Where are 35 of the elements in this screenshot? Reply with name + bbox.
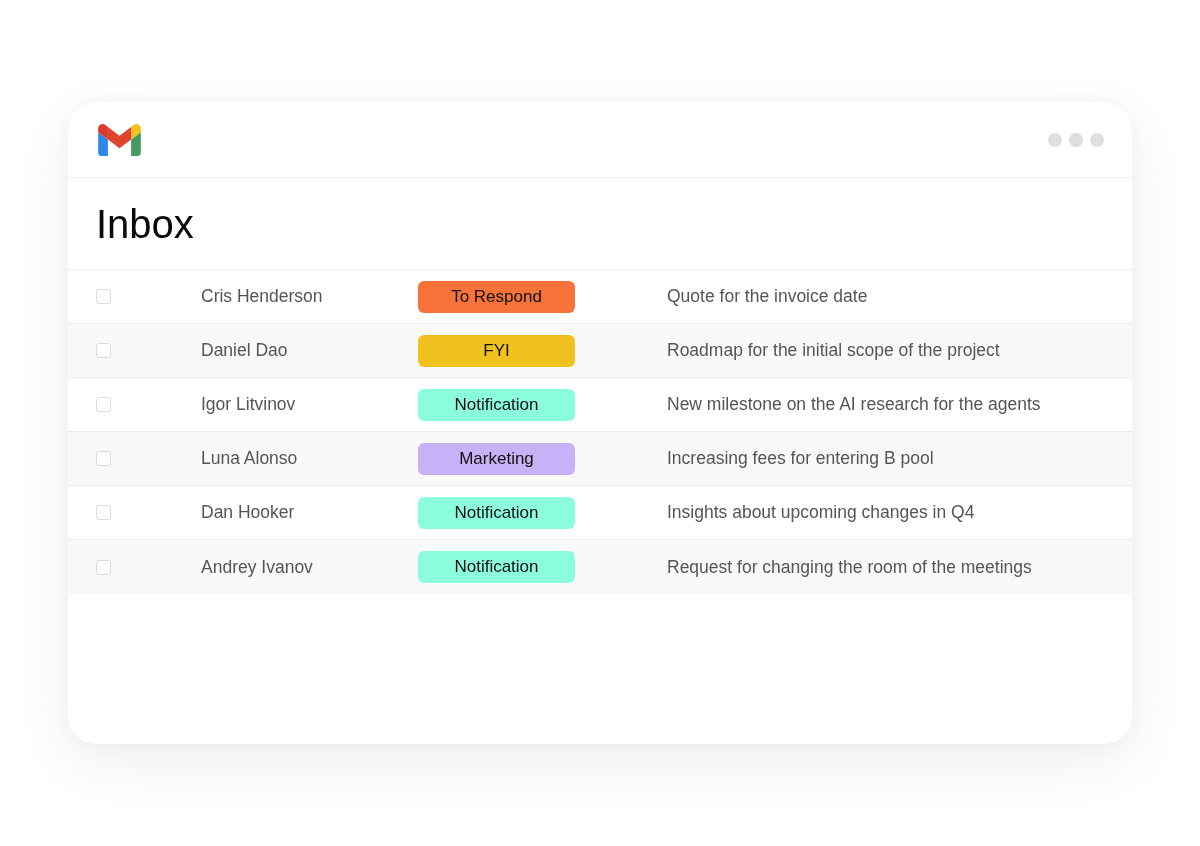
checkbox[interactable] — [96, 343, 111, 358]
email-row[interactable]: Cris Henderson To Respond Quote for the invoice date — [68, 270, 1132, 324]
sender-name: Cris Henderson — [201, 286, 323, 307]
email-subject: New milestone on the AI research for the agents — [667, 394, 1041, 415]
label-tag: Notification — [418, 388, 575, 421]
email-subject: Roadmap for the initial scope of the project — [667, 340, 1000, 361]
inbox-title: Inbox — [96, 200, 194, 248]
email-row[interactable]: Dan Hooker Notification Insights about upcoming changes in Q4 — [68, 486, 1132, 540]
email-subject: Quote for the invoice date — [667, 286, 868, 307]
label-tag: Marketing — [418, 442, 575, 475]
window-dot-icon — [1048, 132, 1062, 147]
sender-name: Dan Hooker — [201, 502, 295, 523]
checkbox[interactable] — [96, 397, 111, 412]
sender-name: Daniel Dao — [201, 340, 288, 361]
label-tag: Notification — [418, 496, 575, 529]
checkbox[interactable] — [96, 505, 111, 520]
sender-name: Luna Alonso — [201, 448, 298, 469]
sender-name: Igor Litvinov — [201, 394, 296, 415]
window-dot-icon — [1069, 132, 1083, 147]
checkbox[interactable] — [96, 289, 111, 304]
email-subject: Request for changing the room of the meetings — [667, 556, 1032, 578]
email-row[interactable]: Luna Alonso Marketing Increasing fees for entering B pool — [68, 432, 1132, 486]
checkbox[interactable] — [96, 451, 111, 466]
email-subject: Insights about upcoming changes in Q4 — [667, 502, 975, 523]
mail-logo-icon — [98, 123, 141, 156]
label-tag: Notification — [418, 551, 575, 583]
label-tag: To Respond — [418, 280, 575, 313]
window-dot-icon — [1090, 132, 1104, 147]
sender-name: Andrey Ivanov — [201, 556, 313, 578]
email-row[interactable]: Daniel Dao FYI Roadmap for the initial scope of the project — [68, 324, 1132, 378]
label-tag: FYI — [418, 334, 575, 367]
email-row[interactable]: Andrey Ivanov Notification Request for changing the room of the meetings — [68, 540, 1132, 594]
checkbox[interactable] — [96, 559, 111, 575]
email-row[interactable]: Igor Litvinov Notification New milestone on the AI research for the agents — [68, 378, 1132, 432]
email-subject: Increasing fees for entering B pool — [667, 448, 934, 469]
